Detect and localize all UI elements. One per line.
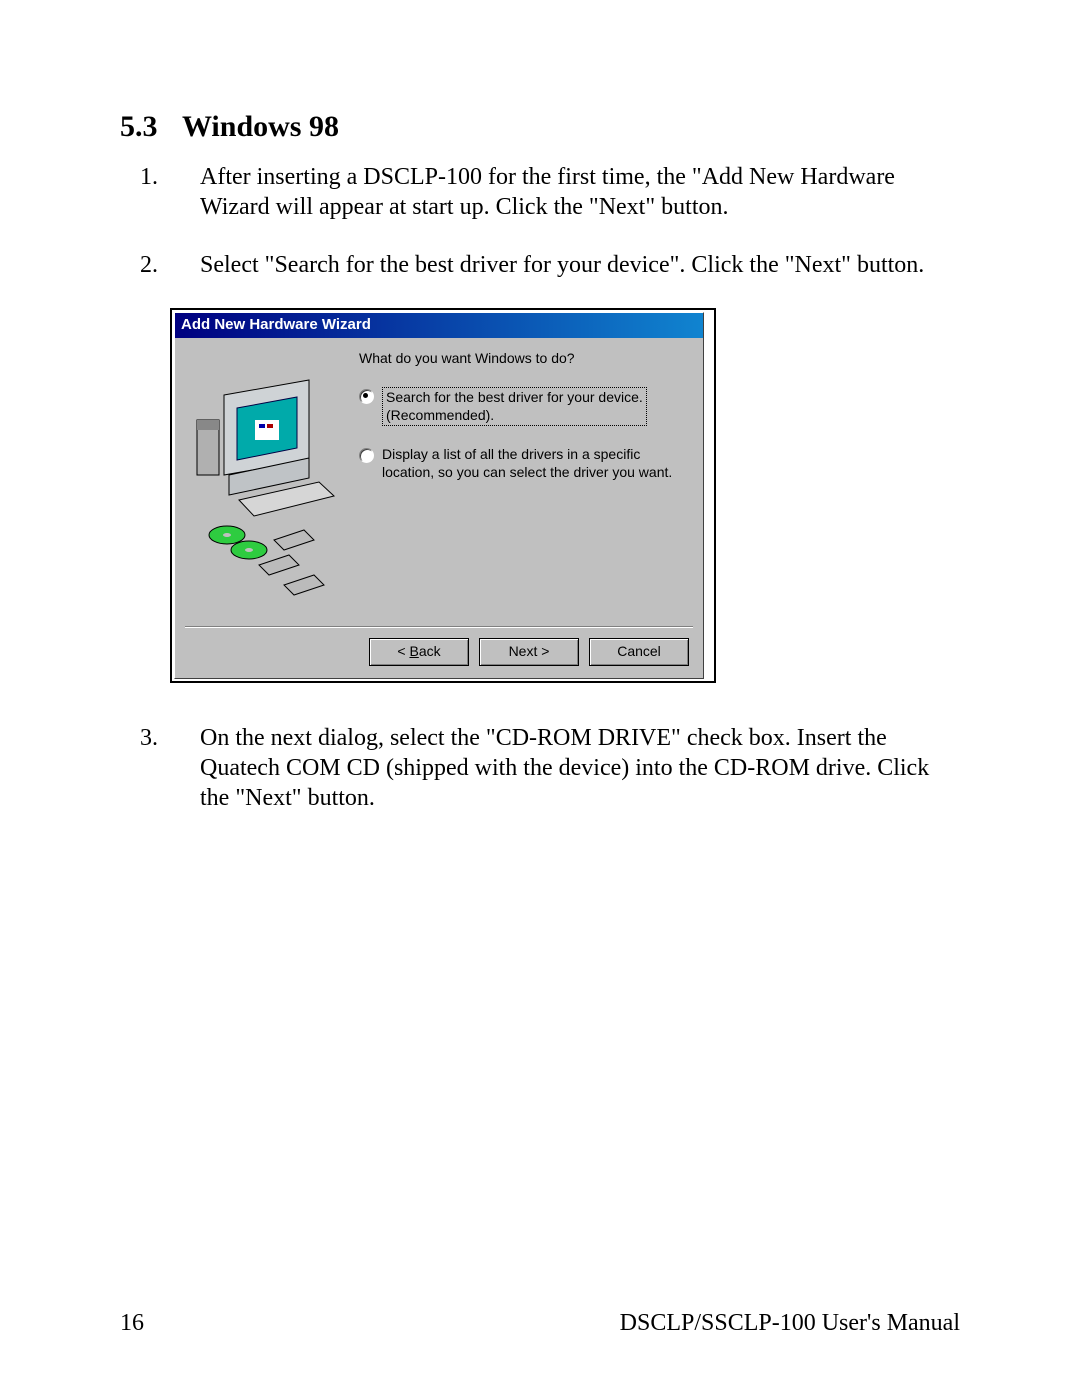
add-new-hardware-wizard-dialog: Add New Hardware Wizard <box>174 312 704 679</box>
section-title-text: Windows 98 <box>182 110 339 143</box>
next-button[interactable]: Next > <box>479 638 579 666</box>
step-number: 1. <box>120 162 200 222</box>
page-number: 16 <box>120 1310 144 1337</box>
radio-icon <box>359 448 374 463</box>
step-text: Select "Search for the best driver for y… <box>200 250 960 280</box>
radio-icon <box>359 389 374 404</box>
cancel-button[interactable]: Cancel <box>589 638 689 666</box>
step-1: 1. After inserting a DSCLP-100 for the f… <box>120 162 960 222</box>
radio-option-search-best-driver[interactable]: Search for the best driver for your devi… <box>359 387 689 426</box>
step-2: 2. Select "Search for the best driver fo… <box>120 250 960 280</box>
back-button[interactable]: < Back <box>369 638 469 666</box>
section-heading: 5.3 Windows 98 <box>120 110 960 144</box>
step-3: 3. On the next dialog, select the "CD-RO… <box>120 723 960 813</box>
dialog-screenshot: Add New Hardware Wizard <box>170 308 716 683</box>
radio-option-display-list[interactable]: Display a list of all the drivers in a s… <box>359 446 689 481</box>
radio-label-selected: Search for the best driver for your devi… <box>382 387 647 426</box>
dialog-sidebar-image <box>189 350 349 620</box>
step-number: 3. <box>120 723 200 813</box>
step-text: After inserting a DSCLP-100 for the firs… <box>200 162 960 222</box>
section-number: 5.3 <box>120 110 175 144</box>
dialog-titlebar: Add New Hardware Wizard <box>175 313 703 338</box>
step-number: 2. <box>120 250 200 280</box>
step-text: On the next dialog, select the "CD-ROM D… <box>200 723 960 813</box>
radio-label: Display a list of all the drivers in a s… <box>382 446 689 481</box>
dialog-prompt: What do you want Windows to do? <box>359 350 689 368</box>
document-title-footer: DSCLP/SSCLP-100 User's Manual <box>620 1310 960 1337</box>
